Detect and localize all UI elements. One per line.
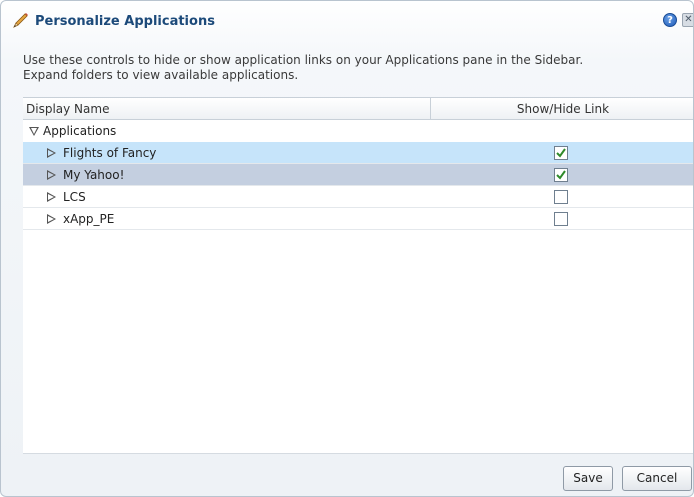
- pencil-icon: [13, 13, 28, 28]
- triangle-right-icon[interactable]: [47, 214, 56, 224]
- save-button[interactable]: Save: [563, 466, 613, 491]
- dialog-title: Personalize Applications: [35, 14, 215, 29]
- show-hide-checkbox[interactable]: [554, 168, 568, 182]
- table-row[interactable]: My Yahoo!: [23, 164, 693, 186]
- tree-row-label: Applications: [43, 124, 117, 138]
- table-row[interactable]: Flights of Fancy: [23, 142, 693, 164]
- row-label: My Yahoo!: [63, 168, 125, 182]
- show-hide-checkbox[interactable]: [554, 212, 568, 226]
- row-label: Flights of Fancy: [63, 146, 157, 160]
- table-row[interactable]: xApp_PE: [23, 208, 693, 230]
- footer-divider: [23, 453, 693, 454]
- table-row[interactable]: LCS: [23, 186, 693, 208]
- tree-row-applications[interactable]: Applications: [23, 120, 693, 142]
- row-label: LCS: [63, 190, 86, 204]
- triangle-right-icon[interactable]: [47, 170, 56, 180]
- triangle-down-icon[interactable]: [29, 127, 39, 136]
- column-header-display-name[interactable]: Display Name: [23, 98, 431, 120]
- instructions-text: Use these controls to hide or show appli…: [23, 53, 673, 83]
- instructions-line-2: Expand folders to view available applica…: [23, 68, 299, 82]
- show-hide-checkbox[interactable]: [554, 146, 568, 160]
- check-mark-icon: [556, 148, 566, 158]
- personalize-dialog: Personalize Applications ? ✕ Use these c…: [0, 0, 694, 497]
- instructions-line-1: Use these controls to hide or show appli…: [23, 53, 584, 67]
- close-icon[interactable]: ✕: [682, 13, 693, 27]
- triangle-right-icon[interactable]: [47, 148, 56, 158]
- row-label: xApp_PE: [63, 212, 115, 226]
- column-header-show-hide[interactable]: Show/Hide Link: [431, 98, 693, 120]
- title-bar: Personalize Applications ? ✕: [1, 1, 693, 41]
- applications-table: Display Name Show/Hide Link Applications…: [23, 97, 693, 453]
- triangle-right-icon[interactable]: [47, 192, 56, 202]
- show-hide-checkbox[interactable]: [554, 190, 568, 204]
- cancel-button[interactable]: Cancel: [622, 466, 692, 491]
- help-icon[interactable]: ?: [663, 13, 677, 27]
- check-mark-icon: [556, 170, 566, 180]
